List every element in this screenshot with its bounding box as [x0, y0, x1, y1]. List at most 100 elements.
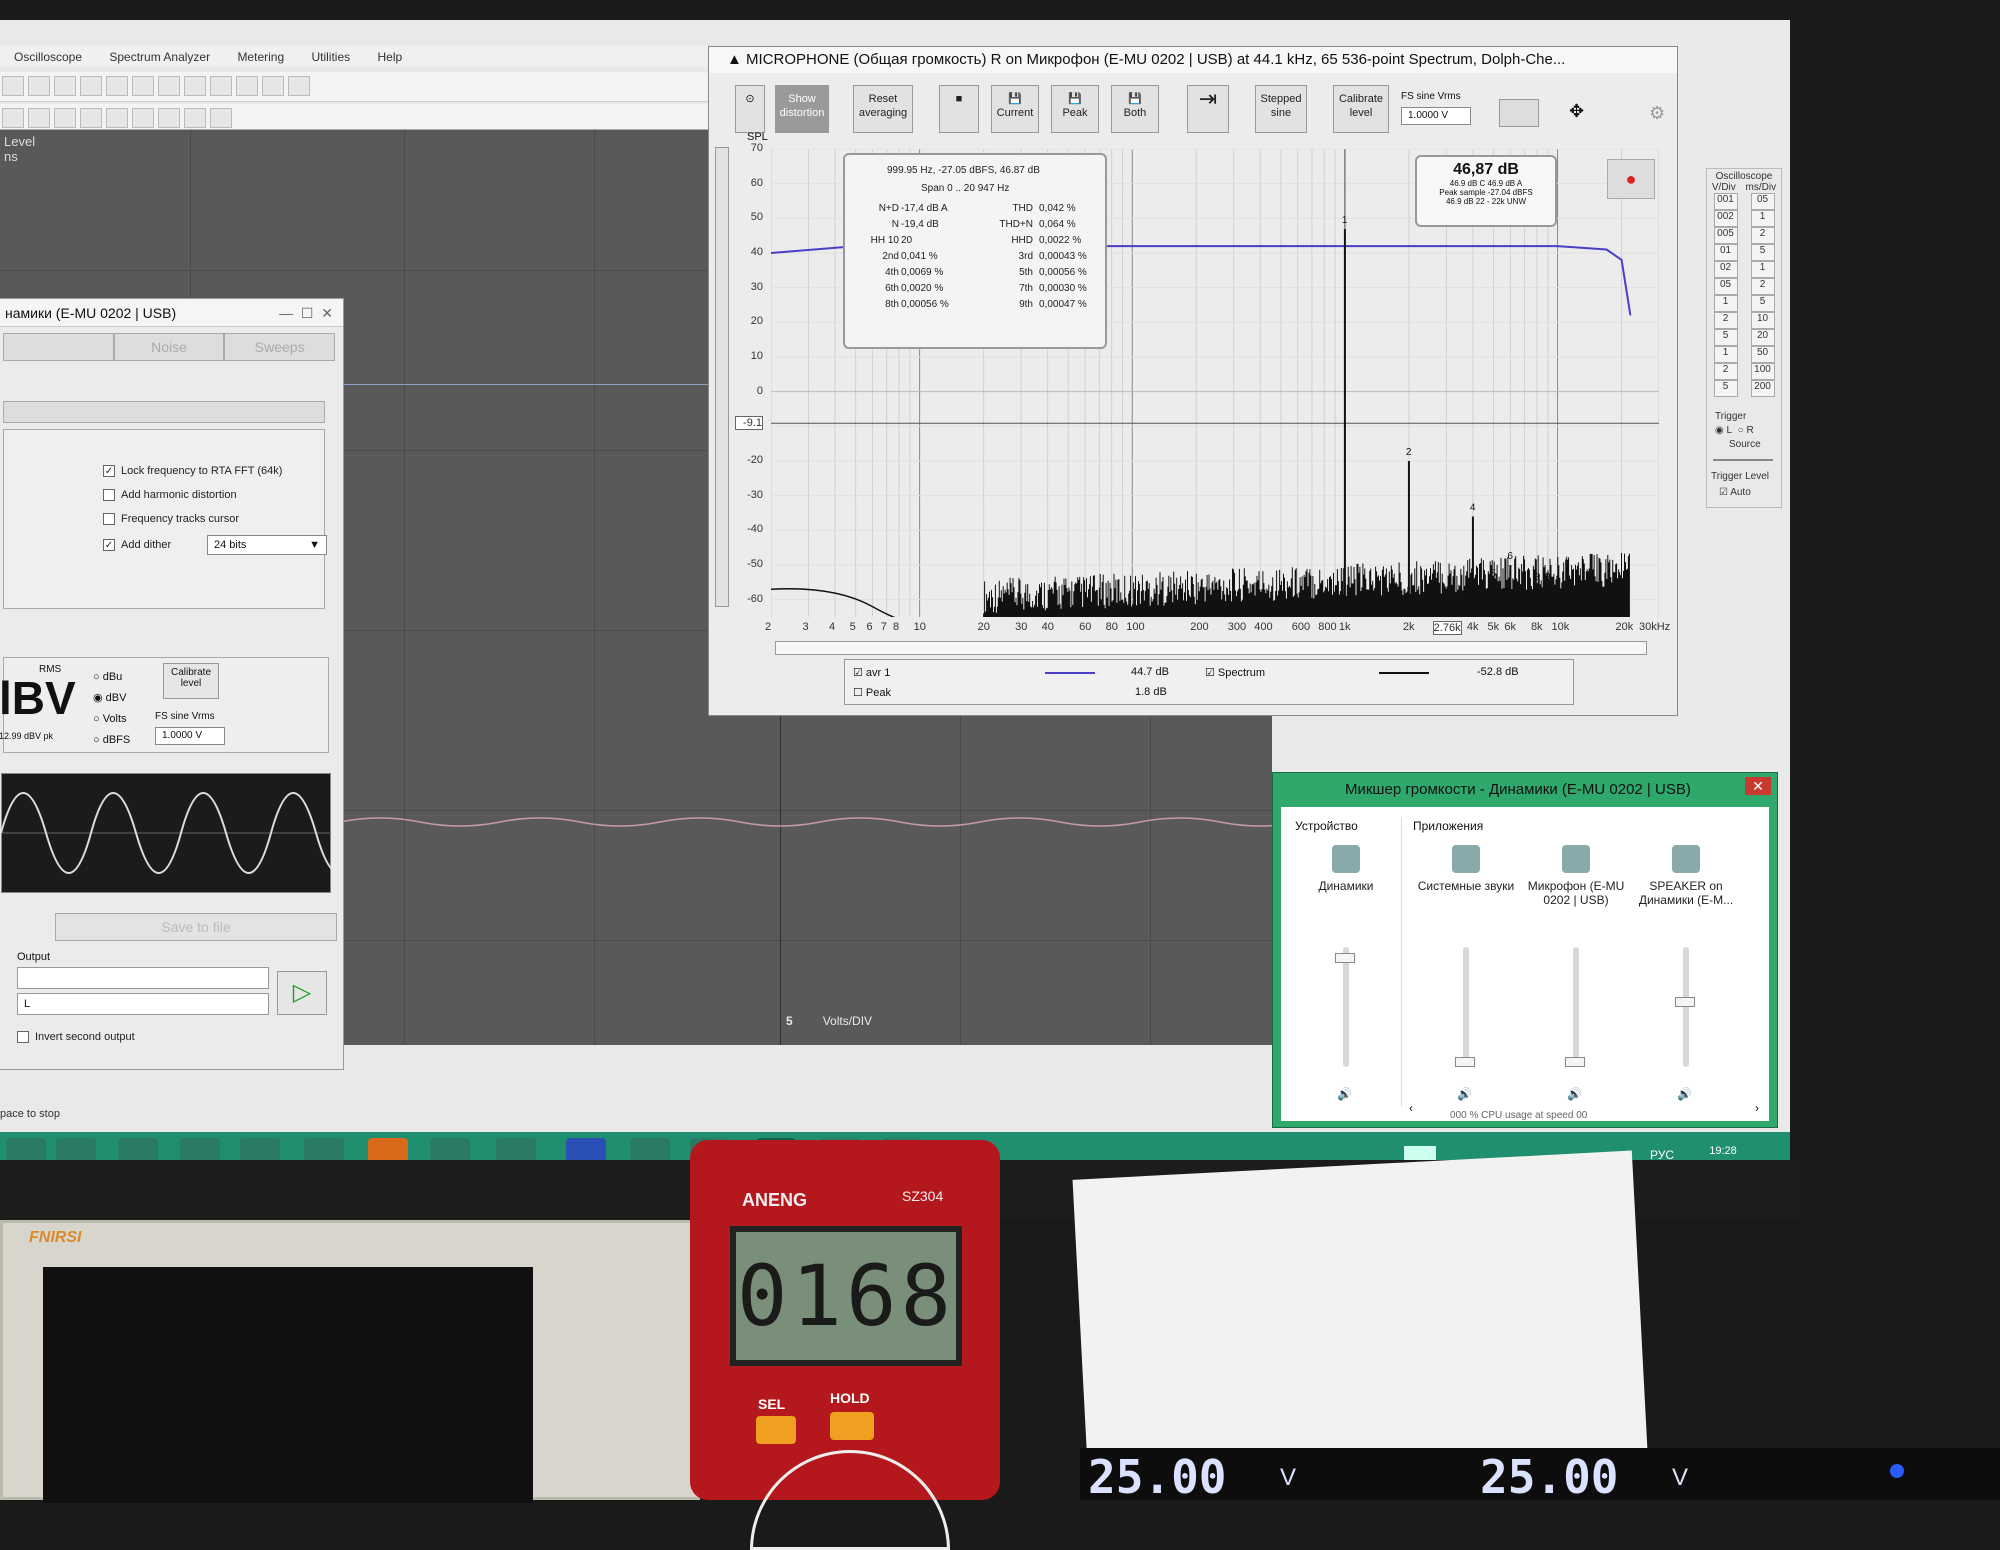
volume-slider-thumb[interactable] — [1565, 1057, 1585, 1067]
close-icon[interactable]: ✕ — [1745, 777, 1771, 795]
vdiv-button[interactable]: 2 — [1713, 363, 1738, 380]
add-dither-checkbox[interactable]: ✓ Add dither — [103, 539, 171, 552]
msdiv-button[interactable]: 2 — [1750, 278, 1775, 295]
add-harmonic-checkbox[interactable]: Add harmonic distortion — [103, 489, 237, 502]
dmm-sel-button[interactable] — [756, 1416, 796, 1444]
volume-slider-thumb[interactable] — [1335, 952, 1355, 963]
play-icon[interactable]: ▷ — [277, 971, 327, 1015]
volume-slider[interactable] — [1675, 947, 1695, 1067]
audio-wave-icon[interactable] — [6, 1138, 46, 1160]
msdiv-button[interactable]: 2 — [1750, 227, 1775, 244]
vdiv-button[interactable]: 05 — [1713, 278, 1738, 295]
show-distortion-button[interactable]: Show distortion — [775, 85, 829, 133]
monitor-icon[interactable] — [1499, 99, 1539, 127]
toolbar-button[interactable] — [158, 108, 180, 128]
speaker-mute-icon[interactable]: 🔊 — [1677, 1087, 1692, 1101]
fs-sine-input[interactable]: 1.0000 V — [1401, 107, 1471, 125]
vdiv-button[interactable]: 5 — [1713, 380, 1738, 397]
gear-icon[interactable]: ⚙ — [1649, 103, 1665, 124]
fs-sine-input[interactable]: 1.0000 V — [155, 727, 225, 745]
vdiv-button[interactable]: 001 — [1713, 193, 1738, 210]
msdiv-button[interactable]: 5 — [1750, 244, 1775, 261]
trigger-level-slider[interactable] — [1713, 459, 1773, 461]
menu-metering[interactable]: Metering — [237, 50, 284, 64]
toolbar-button[interactable] — [158, 76, 180, 96]
menu-spectrum-analyzer[interactable]: Spectrum Analyzer — [109, 50, 210, 64]
volume-slider[interactable] — [1565, 947, 1585, 1067]
msdiv-button[interactable]: 100 — [1750, 363, 1775, 380]
volume-slider[interactable] — [1455, 947, 1475, 1067]
output-channel-select[interactable]: L — [17, 993, 269, 1015]
stop-icon[interactable]: ■ — [939, 85, 979, 133]
help-icon[interactable] — [288, 76, 310, 96]
unit-radio-dbfs[interactable]: ○ dBFS — [93, 730, 130, 751]
move-arrows-icon[interactable]: ✥ — [1569, 101, 1584, 122]
chrome-icon[interactable] — [118, 1138, 158, 1160]
calibrate-level-button[interactable]: Calibrate level — [1333, 85, 1389, 133]
app-icon[interactable] — [368, 1138, 408, 1160]
msdiv-button[interactable]: 10 — [1750, 312, 1775, 329]
dmm-hold-button[interactable] — [830, 1412, 874, 1440]
volume-slider[interactable] — [1335, 947, 1355, 1067]
save-both-button[interactable]: 💾 Both — [1111, 85, 1159, 133]
toolbar-button[interactable] — [132, 108, 154, 128]
msdiv-button[interactable]: 1 — [1750, 210, 1775, 227]
vdiv-button[interactable]: 2 — [1713, 312, 1738, 329]
vdiv-button[interactable]: 002 — [1713, 210, 1738, 227]
rew-icon[interactable] — [240, 1138, 280, 1160]
dmm-rotary-dial[interactable] — [750, 1450, 950, 1550]
vdiv-button[interactable]: 1 — [1713, 346, 1738, 363]
toolbar-button[interactable] — [2, 76, 24, 96]
output-device-select[interactable] — [17, 967, 269, 989]
toolbar-button[interactable] — [28, 108, 50, 128]
msdiv-button[interactable]: 50 — [1750, 346, 1775, 363]
save-current-button[interactable]: 💾 Current — [991, 85, 1039, 133]
folder-icon[interactable] — [496, 1138, 536, 1160]
toolbar-button[interactable] — [106, 76, 128, 96]
vdiv-button[interactable]: 1 — [1713, 295, 1738, 312]
msdiv-button[interactable]: 20 — [1750, 329, 1775, 346]
calibrate-level-button[interactable]: Calibrate level — [163, 663, 219, 699]
msdiv-button[interactable]: 200 — [1750, 380, 1775, 397]
stepped-sine-button[interactable]: Stepped sine — [1255, 85, 1307, 133]
record-icon[interactable]: ● — [1607, 159, 1655, 199]
tab-noise[interactable]: Noise — [113, 333, 225, 361]
toolbar-button[interactable] — [262, 76, 284, 96]
frequency-tracks-checkbox[interactable]: Frequency tracks cursor — [103, 513, 239, 526]
save-peak-button[interactable]: 💾 Peak — [1051, 85, 1099, 133]
msdiv-button[interactable]: 1 — [1750, 261, 1775, 278]
toolbar-button[interactable] — [80, 108, 102, 128]
legend-row-peak[interactable]: ☐ Peak — [853, 686, 891, 699]
menu-help[interactable]: Help — [377, 50, 402, 64]
graph-app-icon[interactable] — [180, 1138, 220, 1160]
toolbar-button[interactable] — [54, 108, 76, 128]
tray-clock[interactable]: 19:2801-08-2026 — [1688, 1144, 1758, 1160]
dither-bits-select[interactable]: 24 bits ▼ — [207, 535, 327, 555]
toolbar-button[interactable] — [54, 76, 76, 96]
level-scrollbar[interactable] — [715, 147, 729, 607]
invert-second-output-checkbox[interactable]: Invert second output — [17, 1031, 135, 1044]
msdiv-button[interactable]: 5 — [1750, 295, 1775, 312]
trigger-source-radios[interactable]: ◉ L ○ R — [1715, 425, 1754, 436]
save-to-file-button[interactable]: Save to file — [55, 913, 337, 941]
volume-slider-thumb[interactable] — [1675, 996, 1695, 1007]
vdiv-button[interactable]: 02 — [1713, 261, 1738, 278]
tab-sweeps[interactable]: Sweeps — [224, 333, 336, 361]
toolbar-button[interactable] — [210, 76, 232, 96]
menu-oscilloscope[interactable]: Oscilloscope — [14, 50, 82, 64]
toolbar-button[interactable] — [80, 76, 102, 96]
toolbar-button[interactable] — [184, 76, 206, 96]
app-icon[interactable] — [304, 1138, 344, 1160]
vdiv-button[interactable]: 5 — [1713, 329, 1738, 346]
settings-icon[interactable] — [566, 1138, 606, 1160]
keyboard-icon[interactable] — [1404, 1146, 1436, 1160]
frequency-scrollbar[interactable] — [775, 641, 1647, 655]
toolbar-button[interactable] — [236, 76, 258, 96]
toolbar-button[interactable] — [106, 108, 128, 128]
menu-utilities[interactable]: Utilities — [311, 50, 350, 64]
vdiv-button[interactable]: 01 — [1713, 244, 1738, 261]
stack-icon[interactable] — [430, 1138, 470, 1160]
ccleaner-icon[interactable] — [56, 1138, 96, 1160]
legend-row-avr[interactable]: ☑ avr 1 — [853, 666, 890, 679]
legend-row-spectrum[interactable]: ☑ Spectrum — [1205, 666, 1265, 679]
